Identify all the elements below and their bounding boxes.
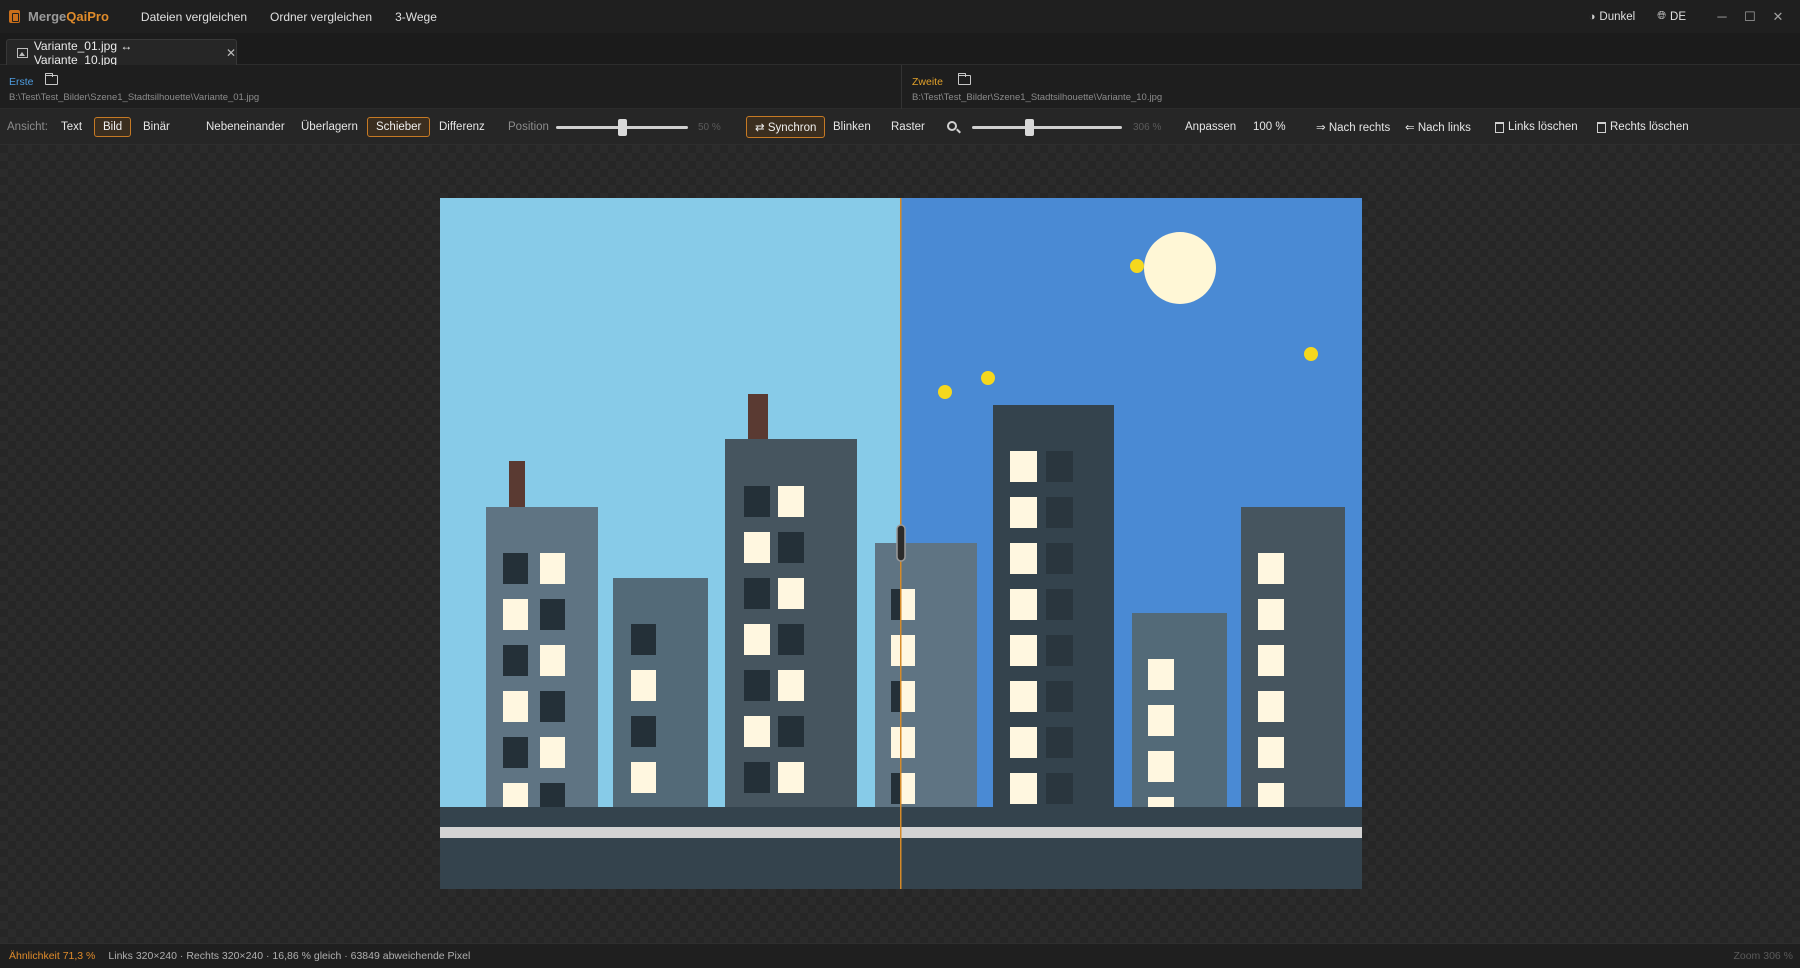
delete-right-button[interactable]: Rechts löschen — [1597, 109, 1689, 145]
maximize-button[interactable]: ☐ — [1736, 9, 1764, 25]
right-image-half — [901, 198, 1362, 889]
similarity-value: Ähnlichkeit 71,3 % — [9, 950, 96, 962]
blink-button[interactable]: Blinken — [833, 109, 871, 145]
menu-compare-folders[interactable]: Ordner vergleichen — [270, 10, 372, 24]
delete-left-label: Links löschen — [1508, 121, 1578, 133]
mode-difference-button[interactable]: Differenz — [439, 109, 485, 145]
folder-open-icon[interactable] — [958, 73, 971, 85]
left-file-path: B:\Test\Test_Bilder\Szene1_Stadtsilhouet… — [9, 92, 260, 103]
copy-to-left-button[interactable]: ⇐ Nach links — [1405, 109, 1471, 145]
status-bar: Ähnlichkeit 71,3 % Links 320×240 · Recht… — [0, 943, 1800, 968]
zoom-value: 306 % — [1133, 121, 1162, 133]
language-button[interactable]: 🌐︎ DE — [1657, 10, 1686, 23]
trash-icon — [1495, 121, 1504, 133]
menu-three-way[interactable]: 3-Wege — [395, 10, 437, 24]
right-file-panel: Zweite B:\Test\Test_Bilder\Szene1_Stadts… — [903, 65, 1800, 109]
mode-overlay-button[interactable]: Überlagern — [301, 109, 358, 145]
contrast-icon: ◑ — [1588, 10, 1596, 23]
folder-open-icon[interactable] — [45, 73, 58, 85]
toolbar: Ansicht: Text Bild Binär Nebeneinander Ü… — [0, 109, 1800, 145]
view-label: Ansicht: — [7, 121, 48, 133]
right-file-path: B:\Test\Test_Bilder\Szene1_Stadtsilhouet… — [912, 92, 1163, 103]
city-skyline-image — [440, 198, 1362, 889]
fit-button[interactable]: Anpassen — [1185, 109, 1236, 145]
zoom-100-button[interactable]: 100 % — [1253, 109, 1286, 145]
theme-label: Dunkel — [1599, 10, 1636, 23]
image-canvas — [0, 145, 1800, 943]
tab-comparison[interactable]: Variante_01.jpg ↔ Variante_10.jpg ✕ — [6, 38, 237, 67]
language-label: DE — [1670, 10, 1686, 23]
slider-divider-handle — [896, 524, 906, 562]
zoom-status: Zoom 306 % — [1733, 950, 1793, 962]
app-name-part-1: Merge — [28, 9, 67, 24]
minimize-button[interactable]: ─ — [1708, 9, 1736, 25]
view-text-button[interactable]: Text — [61, 109, 82, 145]
copy-to-right-button[interactable]: ⇒ Nach rechts — [1316, 109, 1390, 145]
left-file-panel: Erste B:\Test\Test_Bilder\Szene1_Stadtsi… — [0, 65, 902, 109]
app-logo: Merge QaiPro — [9, 9, 109, 24]
file-header: Erste B:\Test\Test_Bilder\Szene1_Stadtsi… — [0, 65, 1800, 109]
mode-slider-button[interactable]: Schieber — [367, 117, 431, 137]
left-file-label: Erste — [9, 76, 34, 88]
delete-right-label: Rechts löschen — [1610, 121, 1689, 133]
right-file-label: Zweite — [912, 76, 943, 88]
grid-button[interactable]: Raster — [891, 109, 925, 145]
position-slider-thumb[interactable] — [617, 119, 627, 136]
zoom-slider-thumb[interactable] — [1024, 119, 1034, 136]
globe-icon: 🌐︎ — [1657, 10, 1667, 22]
image-info: Links 320×240 · Rechts 320×240 · 16,86 %… — [108, 950, 471, 962]
tab-strip: Variante_01.jpg ↔ Variante_10.jpg ✕ — [0, 33, 1800, 67]
position-slider[interactable] — [556, 119, 688, 136]
image-icon — [17, 47, 28, 58]
view-image-button[interactable]: Bild — [94, 117, 132, 137]
position-value: 50 % — [698, 121, 721, 133]
sync-button[interactable]: ⇄ Synchron — [746, 116, 826, 138]
zoom-slider[interactable] — [972, 119, 1122, 136]
left-image-half — [440, 198, 901, 889]
theme-toggle-button[interactable]: ◑ Dunkel — [1589, 11, 1635, 23]
menu-compare-files[interactable]: Dateien vergleichen — [141, 10, 247, 24]
mode-side-by-side-button[interactable]: Nebeneinander — [206, 109, 285, 145]
view-binary-button[interactable]: Binär — [143, 109, 170, 145]
app-logo-icon — [9, 10, 20, 23]
tab-close-button[interactable]: ✕ — [226, 46, 236, 60]
delete-left-button[interactable]: Links löschen — [1495, 109, 1578, 145]
comparison-image[interactable] — [440, 198, 1362, 889]
position-label: Position — [508, 121, 549, 133]
app-name-part-2: QaiPro — [66, 9, 109, 24]
close-window-button[interactable]: ✕ — [1764, 9, 1792, 25]
tab-title: Variante_01.jpg ↔ Variante_10.jpg — [33, 38, 133, 67]
title-bar: Merge QaiPro Dateien vergleichen Ordner v… — [0, 0, 1800, 33]
trash-icon — [1597, 121, 1606, 133]
magnifier-icon — [947, 121, 957, 131]
